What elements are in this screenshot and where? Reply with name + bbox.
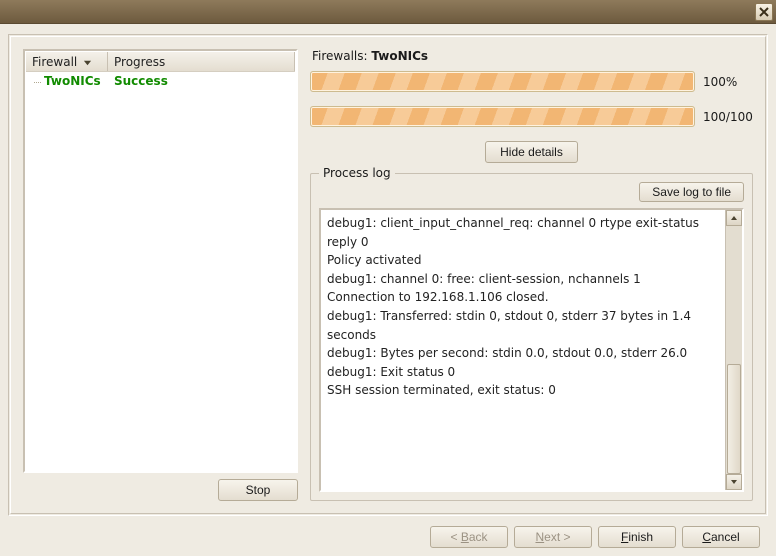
left-panel: Firewall Progress TwoNICs Success (23, 49, 298, 501)
finish-button[interactable]: Finish (598, 526, 676, 548)
dialog-window: Firewall Progress TwoNICs Success (0, 0, 776, 556)
log-line: debug1: Bytes per second: stdin 0.0, std… (327, 344, 719, 363)
scroll-thumb[interactable] (727, 364, 741, 474)
sort-down-icon (83, 55, 92, 69)
log-line: Policy activated (327, 251, 719, 270)
scroll-down-button[interactable] (726, 474, 742, 490)
log-line: SSH session terminated, exit status: 0 (327, 381, 719, 400)
col-header-firewall[interactable]: Firewall (26, 52, 108, 71)
log-line: debug1: channel 0: free: client-session,… (327, 270, 719, 289)
titlebar (0, 0, 776, 24)
dialog-body: Firewall Progress TwoNICs Success (0, 24, 776, 556)
content-frame-inner: Firewall Progress TwoNICs Success (10, 36, 766, 514)
log-line: Connection to 192.168.1.106 closed. (327, 288, 719, 307)
tree-cell-status: Success (114, 74, 168, 88)
content-frame: Firewall Progress TwoNICs Success (8, 34, 768, 516)
scroll-up-button[interactable] (726, 210, 742, 226)
log-line: debug1: Exit status 0 (327, 363, 719, 382)
tree-row[interactable]: TwoNICs Success (26, 72, 295, 88)
close-button[interactable] (755, 3, 773, 21)
process-log-content[interactable]: debug1: client_input_channel_req: channe… (321, 210, 725, 490)
next-button[interactable]: Next > (514, 526, 592, 548)
stop-button[interactable]: Stop (218, 479, 298, 501)
process-log-fieldset: Process log Save log to file debug1: cli… (310, 173, 753, 501)
log-scrollbar[interactable] (725, 210, 742, 490)
tree-header: Firewall Progress (26, 52, 295, 72)
log-line: debug1: client_input_channel_req: channe… (327, 214, 719, 251)
col-header-progress-label: Progress (114, 55, 165, 69)
close-icon (759, 7, 769, 17)
log-line: debug1: Transferred: stdin 0, stdout 0, … (327, 307, 719, 344)
process-log-legend: Process log (319, 166, 395, 180)
process-log-box: debug1: client_input_channel_req: channe… (319, 208, 744, 492)
hide-details-button[interactable]: Hide details (485, 141, 578, 163)
firewalls-name: TwoNICs (371, 49, 428, 63)
col-header-firewall-label: Firewall (32, 55, 77, 69)
right-panel: Firewalls: TwoNICs 100% 100/100 Hide det… (310, 49, 753, 501)
progress-overall-text: 100% (703, 75, 753, 89)
progress-bar-overall (310, 71, 695, 92)
cancel-button[interactable]: Cancel (682, 526, 760, 548)
firewalls-label-row: Firewalls: TwoNICs (312, 49, 753, 63)
firewall-tree: Firewall Progress TwoNICs Success (23, 49, 298, 473)
progress-step-text: 100/100 (703, 110, 753, 124)
firewalls-label: Firewalls: (312, 49, 368, 63)
tree-cell-firewall: TwoNICs (32, 74, 114, 88)
footer-buttons: < Back Next > Finish Cancel (8, 516, 768, 548)
save-log-button[interactable]: Save log to file (639, 182, 744, 202)
scroll-track[interactable] (726, 226, 742, 474)
progress-bar-step (310, 106, 695, 127)
back-button[interactable]: < Back (430, 526, 508, 548)
col-header-progress[interactable]: Progress (108, 52, 295, 71)
